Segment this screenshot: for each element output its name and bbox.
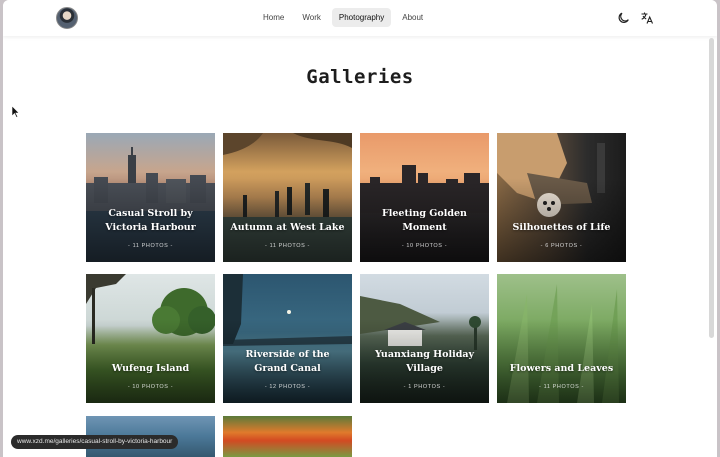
nav-about[interactable]: About [395,8,430,27]
gallery-title: Silhouettes of Life [512,222,611,233]
gallery-card-partial[interactable] [223,416,352,457]
gallery-photo-count: - 11 PHOTOS - [539,384,584,390]
gallery-card-yuanxiang-village[interactable]: Yuanxiang Holiday Village - 1 PHOTOS - [360,274,489,403]
moon-icon[interactable] [617,11,631,25]
gallery-title: Wufeng Island [111,363,190,374]
avatar[interactable] [56,7,78,29]
mouse-cursor-icon [12,106,20,118]
gallery-photo-count: - 10 PHOTOS - [401,243,448,249]
gallery-card-golden-moment[interactable]: Fleeting Golden Moment - 10 PHOTOS - [360,133,489,262]
gallery-card-grand-canal[interactable]: Riverside of the Grand Canal - 12 PHOTOS… [223,274,352,403]
gallery-photo-count: - 12 PHOTOS - [264,384,311,390]
gallery-title: Autumn at West Lake [230,222,345,233]
gallery-photo-count: - 10 PHOTOS - [127,384,174,390]
link-status-bar: www.xzd.me/galleries/casual-stroll-by-vi… [11,435,179,449]
gallery-photo-count: - 11 PHOTOS - [265,243,310,249]
nav-home[interactable]: Home [256,8,291,27]
gallery-title: Casual Stroll by Victoria Harbour [105,208,196,233]
gallery-card-silhouettes[interactable]: Silhouettes of Life - 6 PHOTOS - [497,133,626,262]
gallery-photo-count: - 11 PHOTOS - [128,243,173,249]
gallery-photo-count: - 1 PHOTOS - [403,384,446,390]
browser-viewport: Home Work Photography About Galleries Ca… [3,0,717,457]
scrollbar[interactable] [709,38,714,338]
translate-icon[interactable] [640,11,654,25]
gallery-photo-count: - 6 PHOTOS - [540,243,583,249]
nav-work[interactable]: Work [295,8,328,27]
site-header: Home Work Photography About [3,0,717,36]
main-nav: Home Work Photography About [256,8,430,27]
page-title: Galleries [306,66,414,88]
gallery-title: Fleeting Golden Moment [382,208,467,233]
gallery-title: Yuanxiang Holiday Village [374,349,475,374]
gallery-title: Flowers and Leaves [509,363,614,374]
gallery-card-flowers-leaves[interactable]: Flowers and Leaves - 11 PHOTOS - [497,274,626,403]
gallery-grid: Casual Stroll by Victoria Harbour - 11 P… [86,133,626,403]
gallery-title: Riverside of the Grand Canal [245,349,330,374]
gallery-card-wufeng-island[interactable]: Wufeng Island - 10 PHOTOS - [86,274,215,403]
gallery-card-victoria-harbour[interactable]: Casual Stroll by Victoria Harbour - 11 P… [86,133,215,262]
nav-photography[interactable]: Photography [331,8,392,27]
gallery-card-west-lake[interactable]: Autumn at West Lake - 11 PHOTOS - [223,133,352,262]
